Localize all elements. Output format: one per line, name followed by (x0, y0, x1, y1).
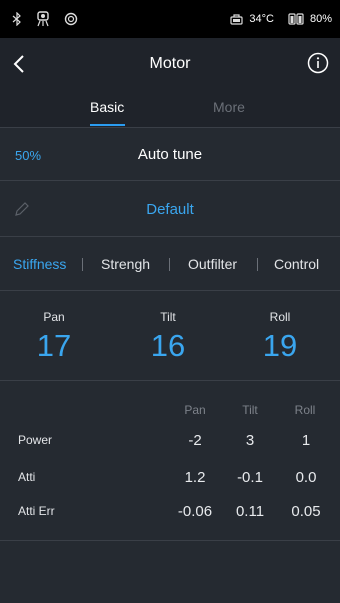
table-cell: 0.05 (291, 503, 321, 520)
tab-bar: Basic More (0, 90, 340, 128)
row-label: Atti Err (18, 504, 55, 518)
subtab-strengh[interactable]: Strengh (101, 256, 150, 272)
info-icon (307, 52, 329, 74)
gimbal-icon (36, 11, 50, 27)
table-cell: -0.06 (177, 503, 213, 520)
temperature-text: 34°C (249, 13, 274, 25)
axis-value[interactable]: 19 (240, 328, 320, 364)
axis-value[interactable]: 17 (14, 328, 94, 364)
column-header: Tilt (242, 403, 258, 417)
status-bar: 34°C 80% (0, 0, 340, 38)
table-cell: 3 (245, 432, 255, 449)
bluetooth-icon (12, 12, 22, 26)
row-label: Power (18, 433, 53, 447)
table-cell: 1 (301, 432, 311, 449)
table-cell: -2 (188, 432, 202, 449)
divider (82, 258, 83, 271)
table-cell: 0.11 (235, 503, 265, 520)
column-header: Pan (184, 403, 206, 417)
empty-area (0, 541, 340, 603)
auto-tune-button[interactable]: Auto tune (0, 146, 340, 163)
table-cell: 0.0 (295, 469, 317, 486)
subtab-stiffness[interactable]: Stiffness (13, 256, 66, 272)
page-title: Motor (149, 55, 191, 72)
tab-more[interactable]: More (213, 99, 245, 115)
temperature-icon (230, 13, 243, 25)
column-header: Roll (294, 403, 316, 417)
preset-row[interactable]: Default (0, 181, 340, 237)
axis-values: Pan 17 Tilt 16 Roll 19 (0, 291, 340, 381)
tab-basic[interactable]: Basic (90, 99, 124, 115)
preset-name[interactable]: Default (0, 201, 340, 218)
axis-label: Tilt (160, 310, 176, 324)
axis-label: Pan (43, 310, 65, 324)
subtab-outfilter[interactable]: Outfilter (188, 256, 237, 272)
divider (169, 258, 170, 271)
sync-icon (64, 12, 78, 26)
row-label: Atti (18, 470, 36, 484)
parameter-tabs: Stiffness Strengh Outfilter Control (0, 237, 340, 291)
info-button[interactable] (307, 52, 329, 74)
table-cell: 1.2 (184, 469, 206, 486)
auto-tune-row[interactable]: 50% Auto tune (0, 128, 340, 181)
divider (257, 258, 258, 271)
battery-icon (288, 13, 304, 25)
axis-label: Roll (269, 310, 291, 324)
axis-value[interactable]: 16 (128, 328, 208, 364)
active-tab-indicator (90, 124, 125, 126)
table-cell: -0.1 (237, 469, 263, 486)
readout-table: Pan Tilt Roll Power -2 3 1 Atti 1.2 -0.1… (0, 381, 340, 541)
battery-text: 80% (309, 13, 332, 25)
subtab-control[interactable]: Control (274, 256, 319, 272)
app-header: Motor (0, 38, 340, 90)
